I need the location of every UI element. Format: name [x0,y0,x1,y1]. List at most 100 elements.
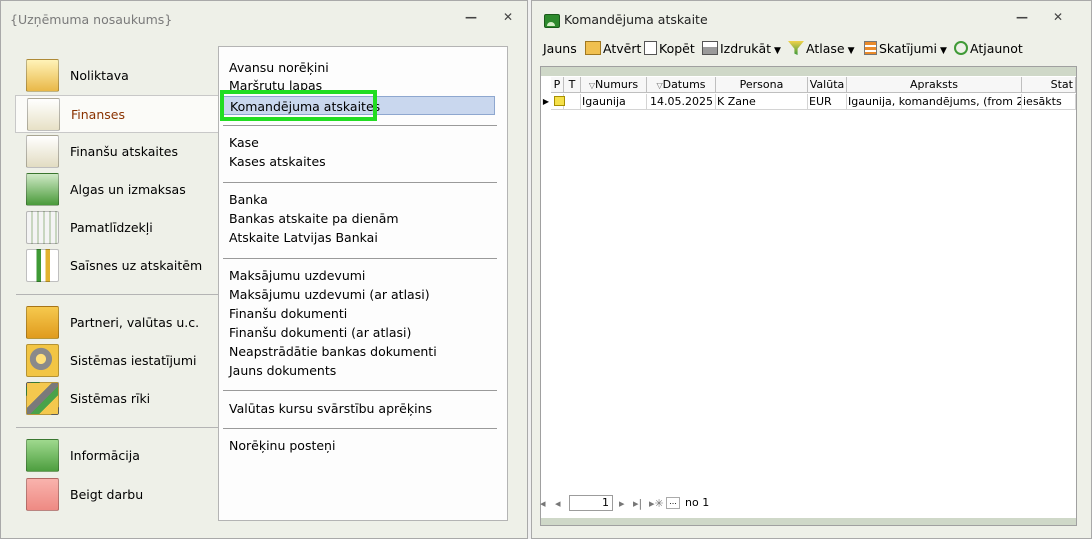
filter-label: Atlase [806,41,845,56]
handshake-icon [26,306,59,339]
tools-icon [26,382,59,415]
report-window-titlebar[interactable]: Komandējuma atskaite — ✕ [532,1,1091,37]
menu-item-bankas-atskaite[interactable]: Bankas atskaite pa dienām [229,211,399,226]
nav-item-algas[interactable]: Algas un izmaksas [15,171,219,209]
app-icon [544,14,560,28]
nav-item-noliktava[interactable]: Noliktava [15,57,219,95]
nav-item-pamatlidzekli[interactable]: Pamatlīdzekļi [15,209,219,247]
nav-label: Saīsnes uz atskaitēm [70,258,203,273]
nav-item-sistemas-iestatijumi[interactable]: Sistēmas iestatījumi [15,342,219,380]
new-button[interactable]: Jauns [543,41,577,59]
col-header-status[interactable]: Stat [1022,77,1076,93]
cell-numurs[interactable]: Igaunija [581,94,647,110]
print-button[interactable]: Izdrukāt ▼ [702,41,781,59]
power-icon [26,478,59,511]
col-header-t[interactable]: T [564,77,581,93]
main-window: {Uzņēmuma nosaukums} — ✕ Noliktava Finan… [0,0,528,539]
nav-label: Sistēmas rīki [70,391,151,406]
filter-button[interactable]: Atlase ▼ [788,41,855,59]
views-icon [864,41,877,55]
printer-icon [702,41,718,55]
col-header-valuta[interactable]: Valūta [808,77,847,93]
menu-divider [223,428,497,429]
first-page-icon[interactable]: ◂ [540,497,546,510]
col-header-persona[interactable]: Persona [716,77,808,93]
menu-item-finansu-dokumenti[interactable]: Finanšu dokumenti [229,306,347,321]
menu-item-norekinu-postenis[interactable]: Norēķinu posteņi [229,438,335,453]
col-header-datums[interactable]: ▽Datums [647,77,716,93]
views-label: Skatījumi [879,41,938,56]
minimize-button[interactable]: — [1014,9,1030,25]
refresh-button[interactable]: Atjaunot [954,41,1023,59]
nav-item-informacija[interactable]: Informācija [15,437,219,475]
chart-report-icon [26,135,59,168]
cell-persona[interactable]: K Zane [716,94,808,110]
menu-item-atskaite-lb[interactable]: Atskaite Latvijas Bankai [229,230,378,245]
nav-label: Partneri, valūtas u.c. [70,315,200,330]
report-window-title: Komandējuma atskaite [564,12,708,27]
info-icon [26,439,59,472]
menu-divider [223,258,497,259]
minimize-button[interactable]: — [463,9,479,25]
open-button[interactable]: Atvērt [585,41,641,59]
col-header-numurs[interactable]: ▽Numurs [581,77,647,93]
prev-page-icon[interactable]: ◂ [555,497,561,510]
menu-item-kases-atskaites[interactable]: Kases atskaites [229,154,326,169]
nav-label: Finanšu atskaites [70,144,178,159]
page-count-text: no 1 [685,496,710,509]
copy-icon [644,41,657,55]
cell-status[interactable]: iesākts [1022,94,1076,110]
views-button[interactable]: Skatījumi ▼ [864,41,947,59]
nav-divider [16,427,218,428]
module-nav: Noliktava Finanses Finanšu atskaites Alg… [15,49,220,521]
nav-item-finanses[interactable]: Finanses [15,95,219,133]
menu-item-finansu-dokumenti-atlase[interactable]: Finanšu dokumenti (ar atlasi) [229,325,411,340]
cell-apraksts[interactable]: Igaunija, komandējums, (from 2025 [847,94,1022,110]
nav-item-saisnes[interactable]: Saīsnes uz atskaitēm [15,247,219,285]
cell-t[interactable] [564,94,581,110]
menu-item-neapstradatie[interactable]: Neapstrādātie bankas dokumenti [229,344,437,359]
nav-label: Sistēmas iestatījumi [70,353,197,368]
nav-item-sistemas-riki[interactable]: Sistēmas rīki [15,380,219,418]
cell-datums[interactable]: 14.05.2025 [647,94,716,110]
menu-item-jauns-dokuments[interactable]: Jauns dokuments [229,363,336,378]
salary-person-icon [26,173,59,206]
warehouse-icon [26,59,59,92]
page-number-input[interactable]: 1 [569,495,613,511]
menu-item-kase[interactable]: Kase [229,135,259,150]
views-dropdown-icon[interactable]: ▼ [940,46,947,56]
nav-label: Noliktava [70,68,129,83]
cell-valuta[interactable]: EUR [808,94,847,110]
building-icon [26,211,59,244]
main-window-titlebar[interactable]: {Uzņēmuma nosaukums} — ✕ [1,1,527,37]
menu-item-valutas-kursu[interactable]: Valūtas kursu svārstību aprēķins [229,401,432,416]
close-button[interactable]: ✕ [1050,9,1066,25]
open-label: Atvērt [603,41,642,56]
toolbar: Jauns Atvērt Kopēt Izdrukāt ▼ Atlase ▼ Ska… [541,37,1083,61]
menu-item-maksajumu-uzdevumi[interactable]: Maksājumu uzdevumi [229,268,365,283]
highlight-box [220,90,377,121]
menu-item-avansu-noreikini[interactable]: Avansu norēķini [229,60,329,75]
pager: ◂ ◂ 1 ▸ ▸| ▸✳ ... no 1 [540,495,1076,513]
new-label: Jauns [543,41,577,56]
nav-item-partneri[interactable]: Partneri, valūtas u.c. [15,304,219,342]
nav-item-finansu-atskaites[interactable]: Finanšu atskaites [15,133,219,171]
nav-label: Finanses [71,107,125,122]
nav-label: Informācija [70,448,140,463]
print-label: Izdrukāt [720,41,772,56]
new-record-icon[interactable]: ▸✳ [649,497,664,510]
col-header-p[interactable]: P [551,77,564,93]
menu-item-maksajumu-uzdevumi-atlase[interactable]: Maksājumu uzdevumi (ar atlasi) [229,287,430,302]
last-page-icon[interactable]: ▸| [633,497,642,510]
col-header-apraksts[interactable]: Apraksts [847,77,1022,93]
nav-item-beigt-darbu[interactable]: Beigt darbu [15,476,219,514]
more-button[interactable]: ... [666,497,680,509]
next-page-icon[interactable]: ▸ [619,497,625,510]
print-dropdown-icon[interactable]: ▼ [774,46,781,56]
main-window-title: {Uzņēmuma nosaukums} [10,12,173,27]
reports-grid: P T ▽Numurs ▽Datums Persona Valūta Aprak… [540,66,1077,526]
filter-dropdown-icon[interactable]: ▼ [848,46,855,56]
copy-button[interactable]: Kopēt [644,41,695,59]
menu-item-banka[interactable]: Banka [229,192,268,207]
close-button[interactable]: ✕ [500,9,516,25]
